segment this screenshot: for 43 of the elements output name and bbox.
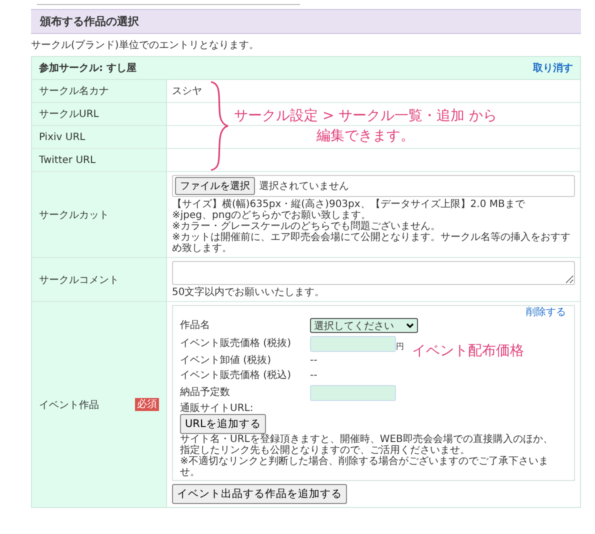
cancel-link[interactable]: 取り消す bbox=[533, 61, 573, 75]
field-label: Pixiv URL bbox=[39, 132, 86, 142]
delete-link[interactable]: 削除する bbox=[526, 307, 566, 318]
field-label: サークルURL bbox=[39, 108, 99, 121]
help-text: ※不適切なリンクと判断した場合、削除する場合がございますのでご了承下さいませ。 bbox=[180, 456, 550, 478]
section-title: 頒布する作品の選択 bbox=[31, 9, 581, 34]
choose-file-button[interactable]: ファイルを選択 bbox=[175, 177, 255, 195]
add-url-button[interactable]: URLを追加する bbox=[180, 414, 266, 434]
handwritten-note: サークル設定 > サークル一覧・追加 から 編集できます。 bbox=[234, 107, 498, 146]
file-status: 選択されていません bbox=[259, 180, 349, 193]
chevron-down-icon bbox=[406, 322, 414, 328]
required-badge: 必須 bbox=[135, 398, 159, 411]
field-value: スシヤ bbox=[172, 85, 202, 98]
field-label: 通販サイトURL: bbox=[180, 403, 254, 414]
field-value: -- bbox=[310, 355, 318, 366]
add-work-button[interactable]: イベント出品する作品を追加する bbox=[172, 484, 347, 504]
field-label: Twitter URL bbox=[39, 154, 96, 166]
field-label: イベント販売価格 (税抜) bbox=[180, 338, 292, 350]
work-select[interactable]: 選択してください bbox=[310, 318, 418, 333]
help-text: 【サイズ】横(幅)635px・縦(高さ)903px、【データサイズ上限】2.0 MBまで bbox=[172, 199, 526, 210]
help-text: ※カラー・グレースケールのどちらでも問題ございません。 bbox=[172, 221, 442, 232]
input-field[interactable] bbox=[310, 384, 396, 400]
help-text: ※カットは開催前に、エア即売会会場にて公開となります。サークル名等の挿入をおすすめ致します。 bbox=[172, 232, 572, 254]
intro-text: サークル(ブランド)単位でのエントリとなります。 bbox=[31, 38, 260, 52]
field-label: 納品予定数 bbox=[180, 386, 231, 398]
handwritten-note: イベント配布価格 bbox=[412, 342, 524, 360]
help-text: ※jpeg、pngのどちらかでお願い致します。 bbox=[172, 210, 372, 221]
field-label: サークルカット bbox=[39, 208, 109, 222]
comment-field[interactable] bbox=[172, 261, 575, 285]
circle-title: 参加サークル: すし屋 bbox=[39, 62, 136, 75]
unit-label: 円 bbox=[396, 340, 404, 352]
help-text: サイト名・URLを登録頂きますと、開催時、WEB即売会会場での直接購入のほか、 bbox=[180, 434, 554, 445]
file-input[interactable]: ファイルを選択 選択されていません bbox=[172, 175, 575, 197]
field-label: イベント卸値 (税抜) bbox=[180, 354, 272, 366]
field-value: -- bbox=[310, 370, 318, 381]
field-label: サークル名カナ bbox=[39, 85, 109, 98]
help-text: 指定したリンク先も公開となりますので、ご活用くださいませ。 bbox=[180, 445, 471, 456]
help-text: 50文字以内でお願いいたします。 bbox=[172, 287, 326, 298]
field-label: サークルコメント bbox=[39, 274, 119, 286]
field-label: イベント作品 bbox=[39, 398, 99, 412]
input-field[interactable] bbox=[310, 336, 396, 352]
field-label: イベント販売価格 (税込) bbox=[180, 370, 292, 382]
field-label: 作品名 bbox=[180, 320, 211, 332]
